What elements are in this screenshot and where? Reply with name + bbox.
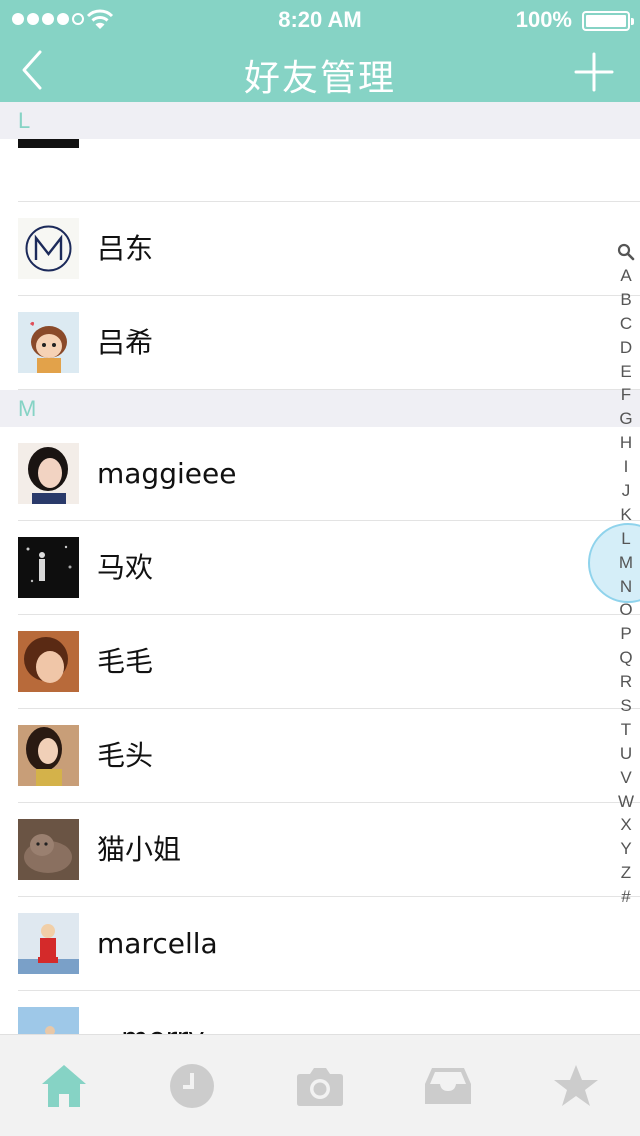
alphabet-index[interactable]: A B C D E F G H I J K L M N O P Q R S T …: [612, 240, 640, 909]
tab-bar: [0, 1034, 640, 1136]
section-header-l: L: [0, 102, 640, 139]
home-icon: [42, 1064, 86, 1107]
avatar: [18, 312, 79, 373]
list-item[interactable]: 毛头: [18, 709, 640, 803]
index-letter[interactable]: S: [612, 694, 640, 718]
index-letter[interactable]: Q: [612, 646, 640, 670]
contact-name: 马欢: [97, 551, 154, 584]
index-letter[interactable]: A: [612, 264, 640, 288]
avatar: [18, 913, 79, 974]
friend-list[interactable]: L 吕东 吕希 M maggieee 马欢 毛毛 毛头 猫小姐 marcella: [0, 102, 640, 1034]
page-title: 好友管理: [243, 58, 396, 99]
list-item[interactable]: 马欢: [18, 521, 640, 615]
index-letter[interactable]: I: [612, 455, 640, 479]
clock-icon: [170, 1063, 214, 1108]
battery-percentage: 100%: [515, 7, 572, 32]
index-letter[interactable]: D: [612, 336, 640, 360]
nav-header: 8:20 AM 100% 好友管理: [0, 0, 640, 102]
list-item[interactable]: marcella: [18, 897, 640, 991]
list-item[interactable]: merry: [18, 991, 640, 1034]
index-letter[interactable]: U: [612, 742, 640, 766]
avatar: [18, 725, 79, 786]
index-letter[interactable]: #: [612, 885, 640, 909]
plus-icon: [574, 52, 614, 92]
list-item[interactable]: 吕希: [18, 296, 640, 390]
index-letter[interactable]: T: [612, 718, 640, 742]
tab-favorites[interactable]: [512, 1035, 640, 1136]
list-item[interactable]: maggieee: [18, 427, 640, 521]
index-letter[interactable]: P: [612, 622, 640, 646]
index-letter[interactable]: V: [612, 766, 640, 790]
index-letter[interactable]: K: [612, 503, 640, 527]
inbox-icon: [425, 1067, 471, 1104]
index-letter[interactable]: F: [612, 383, 640, 407]
list-item[interactable]: 吕东: [18, 202, 640, 296]
index-letter[interactable]: E: [612, 360, 640, 384]
tab-camera[interactable]: [256, 1035, 384, 1136]
index-letter[interactable]: O: [612, 598, 640, 622]
index-letter[interactable]: Z: [612, 861, 640, 885]
index-letter[interactable]: X: [612, 813, 640, 837]
search-icon[interactable]: [612, 240, 640, 264]
index-letter[interactable]: N: [612, 575, 640, 599]
status-bar: 8:20 AM 100%: [0, 0, 640, 40]
avatar: [18, 631, 79, 692]
section-header-m: M: [0, 390, 640, 427]
index-letter[interactable]: B: [612, 288, 640, 312]
contact-name: 吕东: [97, 232, 154, 265]
avatar: [18, 537, 79, 598]
index-letter[interactable]: W: [612, 790, 640, 814]
index-letter[interactable]: J: [612, 479, 640, 503]
index-letter[interactable]: C: [612, 312, 640, 336]
list-item[interactable]: 猫小姐: [18, 803, 640, 897]
star-icon: [554, 1064, 598, 1106]
tab-history[interactable]: [128, 1035, 256, 1136]
camera-icon: [297, 1067, 343, 1106]
contact-name: 吕希: [97, 326, 154, 359]
contact-name: 毛毛: [97, 645, 154, 678]
contact-name: marcella: [97, 927, 218, 960]
avatar: [18, 819, 79, 880]
index-letter[interactable]: L: [612, 527, 640, 551]
avatar: [18, 1007, 79, 1034]
tab-inbox[interactable]: [384, 1035, 512, 1136]
add-friend-button[interactable]: [574, 52, 614, 92]
index-letter[interactable]: H: [612, 431, 640, 455]
tab-home[interactable]: [0, 1035, 128, 1136]
contact-name: maggieee: [97, 457, 237, 490]
index-letter[interactable]: R: [612, 670, 640, 694]
contact-name: 毛头: [97, 739, 154, 772]
avatar: [18, 218, 79, 279]
index-letter[interactable]: G: [612, 407, 640, 431]
contact-name: merry: [121, 991, 205, 1034]
list-item-partial[interactable]: [18, 139, 640, 202]
index-letter[interactable]: M: [612, 551, 640, 575]
avatar: [18, 443, 79, 504]
index-letter[interactable]: Y: [612, 837, 640, 861]
avatar: [18, 139, 79, 148]
battery-icon: [582, 11, 634, 31]
contact-name: 猫小姐: [97, 833, 182, 866]
list-item[interactable]: 毛毛: [18, 615, 640, 709]
